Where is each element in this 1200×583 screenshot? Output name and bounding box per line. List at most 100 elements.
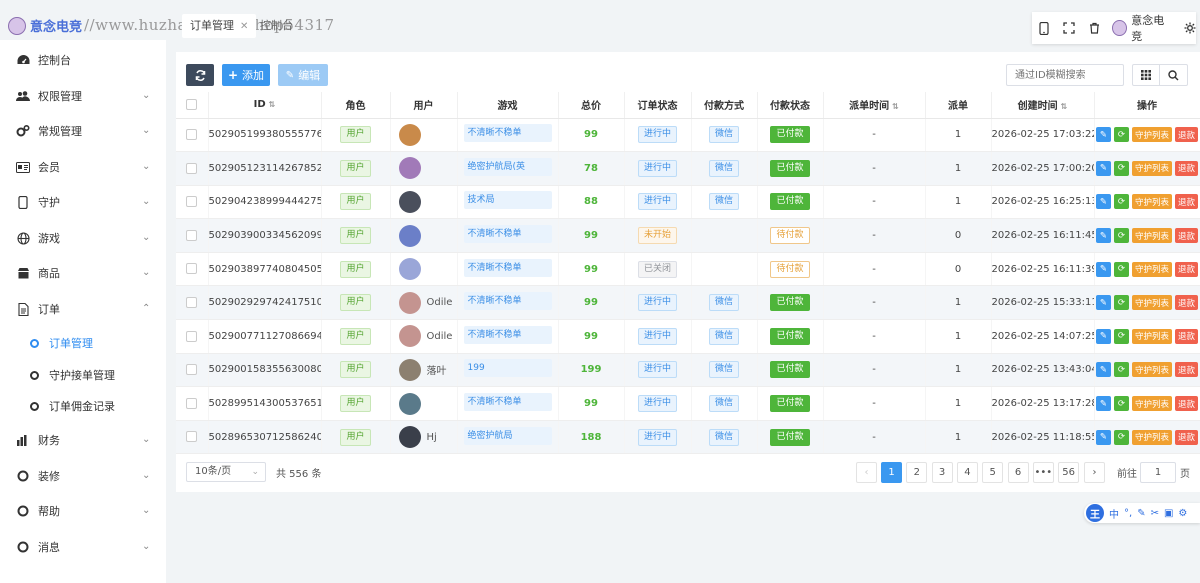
sidebar-item-decoration[interactable]: 装修 ⌄	[0, 461, 166, 491]
guard-list-button[interactable]: 守护列表	[1131, 429, 1172, 445]
ime-toolbar[interactable]: 王 中 °, ✎ ✂ ▣ ⚙	[1084, 503, 1200, 523]
search-button[interactable]	[1160, 64, 1188, 86]
brand[interactable]: 意念电竞	[8, 16, 82, 35]
sidebar-item-permissions[interactable]: 权限管理 ⌄	[0, 81, 166, 111]
prev-page-button[interactable]: ‹	[856, 462, 877, 483]
edit-button[interactable]: ✎ 编辑	[278, 64, 328, 86]
table-row[interactable]: 5029051231142678528 用户 绝密护航局(英 78 进行中 微信 已付款 -1…	[176, 151, 1200, 186]
table-row[interactable]: 5029038977408045056 用户 不清晰不稳单 99 已关闭 待付款 -0 202…	[176, 252, 1200, 287]
table-row[interactable]: 5029029297424175104 用户 Odile 不清晰不稳单 99 进行中 微信 已…	[176, 285, 1200, 321]
sidebar-item-products[interactable]: 商品 ⌄	[0, 258, 166, 288]
refund-button[interactable]: 退款	[1175, 261, 1199, 277]
edit-icon[interactable]: ✎	[1095, 127, 1111, 143]
guard-list-button[interactable]: 守护列表	[1131, 362, 1172, 378]
page-button[interactable]: 2	[906, 462, 928, 483]
mobile-icon[interactable]	[1038, 21, 1051, 35]
refund-button[interactable]: 退款	[1175, 127, 1199, 143]
guard-list-button[interactable]: 守护列表	[1131, 295, 1172, 311]
row-checkbox[interactable]	[176, 353, 209, 388]
goto-input[interactable]: 1	[1140, 462, 1176, 483]
guard-list-button[interactable]: 守护列表	[1131, 127, 1172, 143]
page-button[interactable]: 56	[1058, 462, 1080, 483]
sidebar-item-general[interactable]: 常规管理 ⌄	[0, 116, 166, 146]
refresh-icon[interactable]: ⟳	[1113, 194, 1129, 210]
row-checkbox[interactable]	[176, 118, 209, 153]
sidebar-item-orders[interactable]: 订单 ⌃	[0, 294, 166, 324]
sidebar-item-messages[interactable]: 消息 ⌄	[0, 532, 166, 562]
sidebar-subitem-order-management[interactable]: 订单管理	[0, 328, 166, 358]
refund-button[interactable]: 退款	[1175, 396, 1199, 412]
row-checkbox[interactable]	[176, 386, 209, 421]
page-button[interactable]: 4	[956, 462, 978, 483]
page-button[interactable]: 3	[931, 462, 953, 483]
table-row[interactable]: 5028965307125862400 用户 Hj 绝密护航局 188 进行中 微信 已付款 -…	[176, 420, 1200, 455]
gear-icon[interactable]: ⚙	[1178, 508, 1187, 519]
ime-punct-icon[interactable]: °,	[1124, 508, 1132, 519]
refund-button[interactable]: 退款	[1175, 295, 1199, 311]
refresh-icon[interactable]: ⟳	[1113, 328, 1129, 344]
refund-button[interactable]: 退款	[1175, 228, 1199, 244]
edit-icon[interactable]: ✎	[1095, 362, 1111, 378]
table-row[interactable]: 5028995143005376512 用户 不清晰不稳单 99 进行中 微信 已付款 -1 2…	[176, 386, 1200, 421]
sidebar-item-games[interactable]: 游戏 ⌄	[0, 223, 166, 253]
add-button[interactable]: + 添加	[222, 64, 270, 86]
refresh-icon[interactable]: ⟳	[1113, 295, 1129, 311]
pen-icon[interactable]: ✎	[1137, 508, 1145, 519]
table-row[interactable]: 5029042389994442752 用户 技术局 88 进行中 微信 已付款 -1 2026…	[176, 185, 1200, 220]
page-button[interactable]: 5	[982, 462, 1004, 483]
guard-list-button[interactable]: 守护列表	[1131, 261, 1172, 277]
tab-dashboard[interactable]: 控制台	[252, 14, 301, 38]
shirt-icon[interactable]: ▣	[1164, 508, 1173, 519]
edit-icon[interactable]: ✎	[1095, 261, 1111, 277]
col-created[interactable]: 创建时间 ⇅	[991, 92, 1095, 119]
settings-icon[interactable]	[1183, 21, 1196, 35]
next-page-button[interactable]: ›	[1084, 462, 1105, 483]
edit-icon[interactable]: ✎	[1095, 396, 1111, 412]
refund-button[interactable]: 退款	[1175, 429, 1199, 445]
refund-button[interactable]: 退款	[1175, 328, 1199, 344]
user-menu[interactable]: 意念电竞	[1112, 12, 1171, 44]
refund-button[interactable]: 退款	[1175, 362, 1199, 378]
sidebar-item-members[interactable]: 会员 ⌄	[0, 152, 166, 182]
guard-list-button[interactable]: 守护列表	[1131, 194, 1172, 210]
fullscreen-icon[interactable]	[1063, 21, 1076, 35]
edit-icon[interactable]: ✎	[1095, 228, 1111, 244]
refresh-icon[interactable]: ⟳	[1113, 396, 1129, 412]
ime-lang[interactable]: 中	[1109, 506, 1119, 521]
edit-icon[interactable]: ✎	[1095, 194, 1111, 210]
row-checkbox[interactable]	[176, 420, 209, 455]
row-checkbox[interactable]	[176, 218, 209, 253]
edit-icon[interactable]: ✎	[1095, 328, 1111, 344]
guard-list-button[interactable]: 守护列表	[1131, 160, 1172, 176]
refresh-icon[interactable]: ⟳	[1113, 261, 1129, 277]
edit-icon[interactable]: ✎	[1095, 160, 1111, 176]
sidebar-item-guard[interactable]: 守护 ⌄	[0, 187, 166, 217]
edit-icon[interactable]: ✎	[1095, 295, 1111, 311]
page-button[interactable]: 1	[881, 462, 902, 483]
sidebar-item-help[interactable]: 帮助 ⌄	[0, 496, 166, 526]
refresh-icon[interactable]: ⟳	[1113, 127, 1129, 143]
select-all-checkbox[interactable]	[176, 92, 209, 119]
sidebar-item-dashboard[interactable]: 控制台	[0, 45, 166, 75]
table-row[interactable]: 5029001583556300800 用户 落叶 199 199 进行中 微信 已付款 -1 2…	[176, 353, 1200, 388]
table-row[interactable]: 5029039003345620992 用户 不清晰不稳单 99 未开始 待付款 -0 202…	[176, 218, 1200, 253]
sidebar-item-finance[interactable]: 财务 ⌄	[0, 425, 166, 455]
col-dispatch-time[interactable]: 派单时间 ⇅	[823, 92, 926, 119]
guard-list-button[interactable]: 守护列表	[1131, 228, 1172, 244]
row-checkbox[interactable]	[176, 285, 209, 321]
sidebar-subitem-guard-orders[interactable]: 守护接单管理	[0, 360, 166, 390]
row-checkbox[interactable]	[176, 185, 209, 220]
refund-button[interactable]: 退款	[1175, 160, 1199, 176]
trash-icon[interactable]	[1088, 21, 1101, 35]
refresh-icon[interactable]: ⟳	[1113, 429, 1129, 445]
guard-list-button[interactable]: 守护列表	[1131, 396, 1172, 412]
more-pages-button[interactable]: •••	[1032, 462, 1054, 483]
page-button[interactable]: 6	[1007, 462, 1029, 483]
refresh-icon[interactable]: ⟳	[1113, 362, 1129, 378]
ime-badge[interactable]: 王	[1086, 504, 1104, 522]
refund-button[interactable]: 退款	[1175, 194, 1199, 210]
refresh-icon[interactable]: ⟳	[1113, 160, 1129, 176]
row-checkbox[interactable]	[176, 252, 209, 287]
row-checkbox[interactable]	[176, 151, 209, 186]
close-icon[interactable]: ✕	[240, 21, 248, 32]
